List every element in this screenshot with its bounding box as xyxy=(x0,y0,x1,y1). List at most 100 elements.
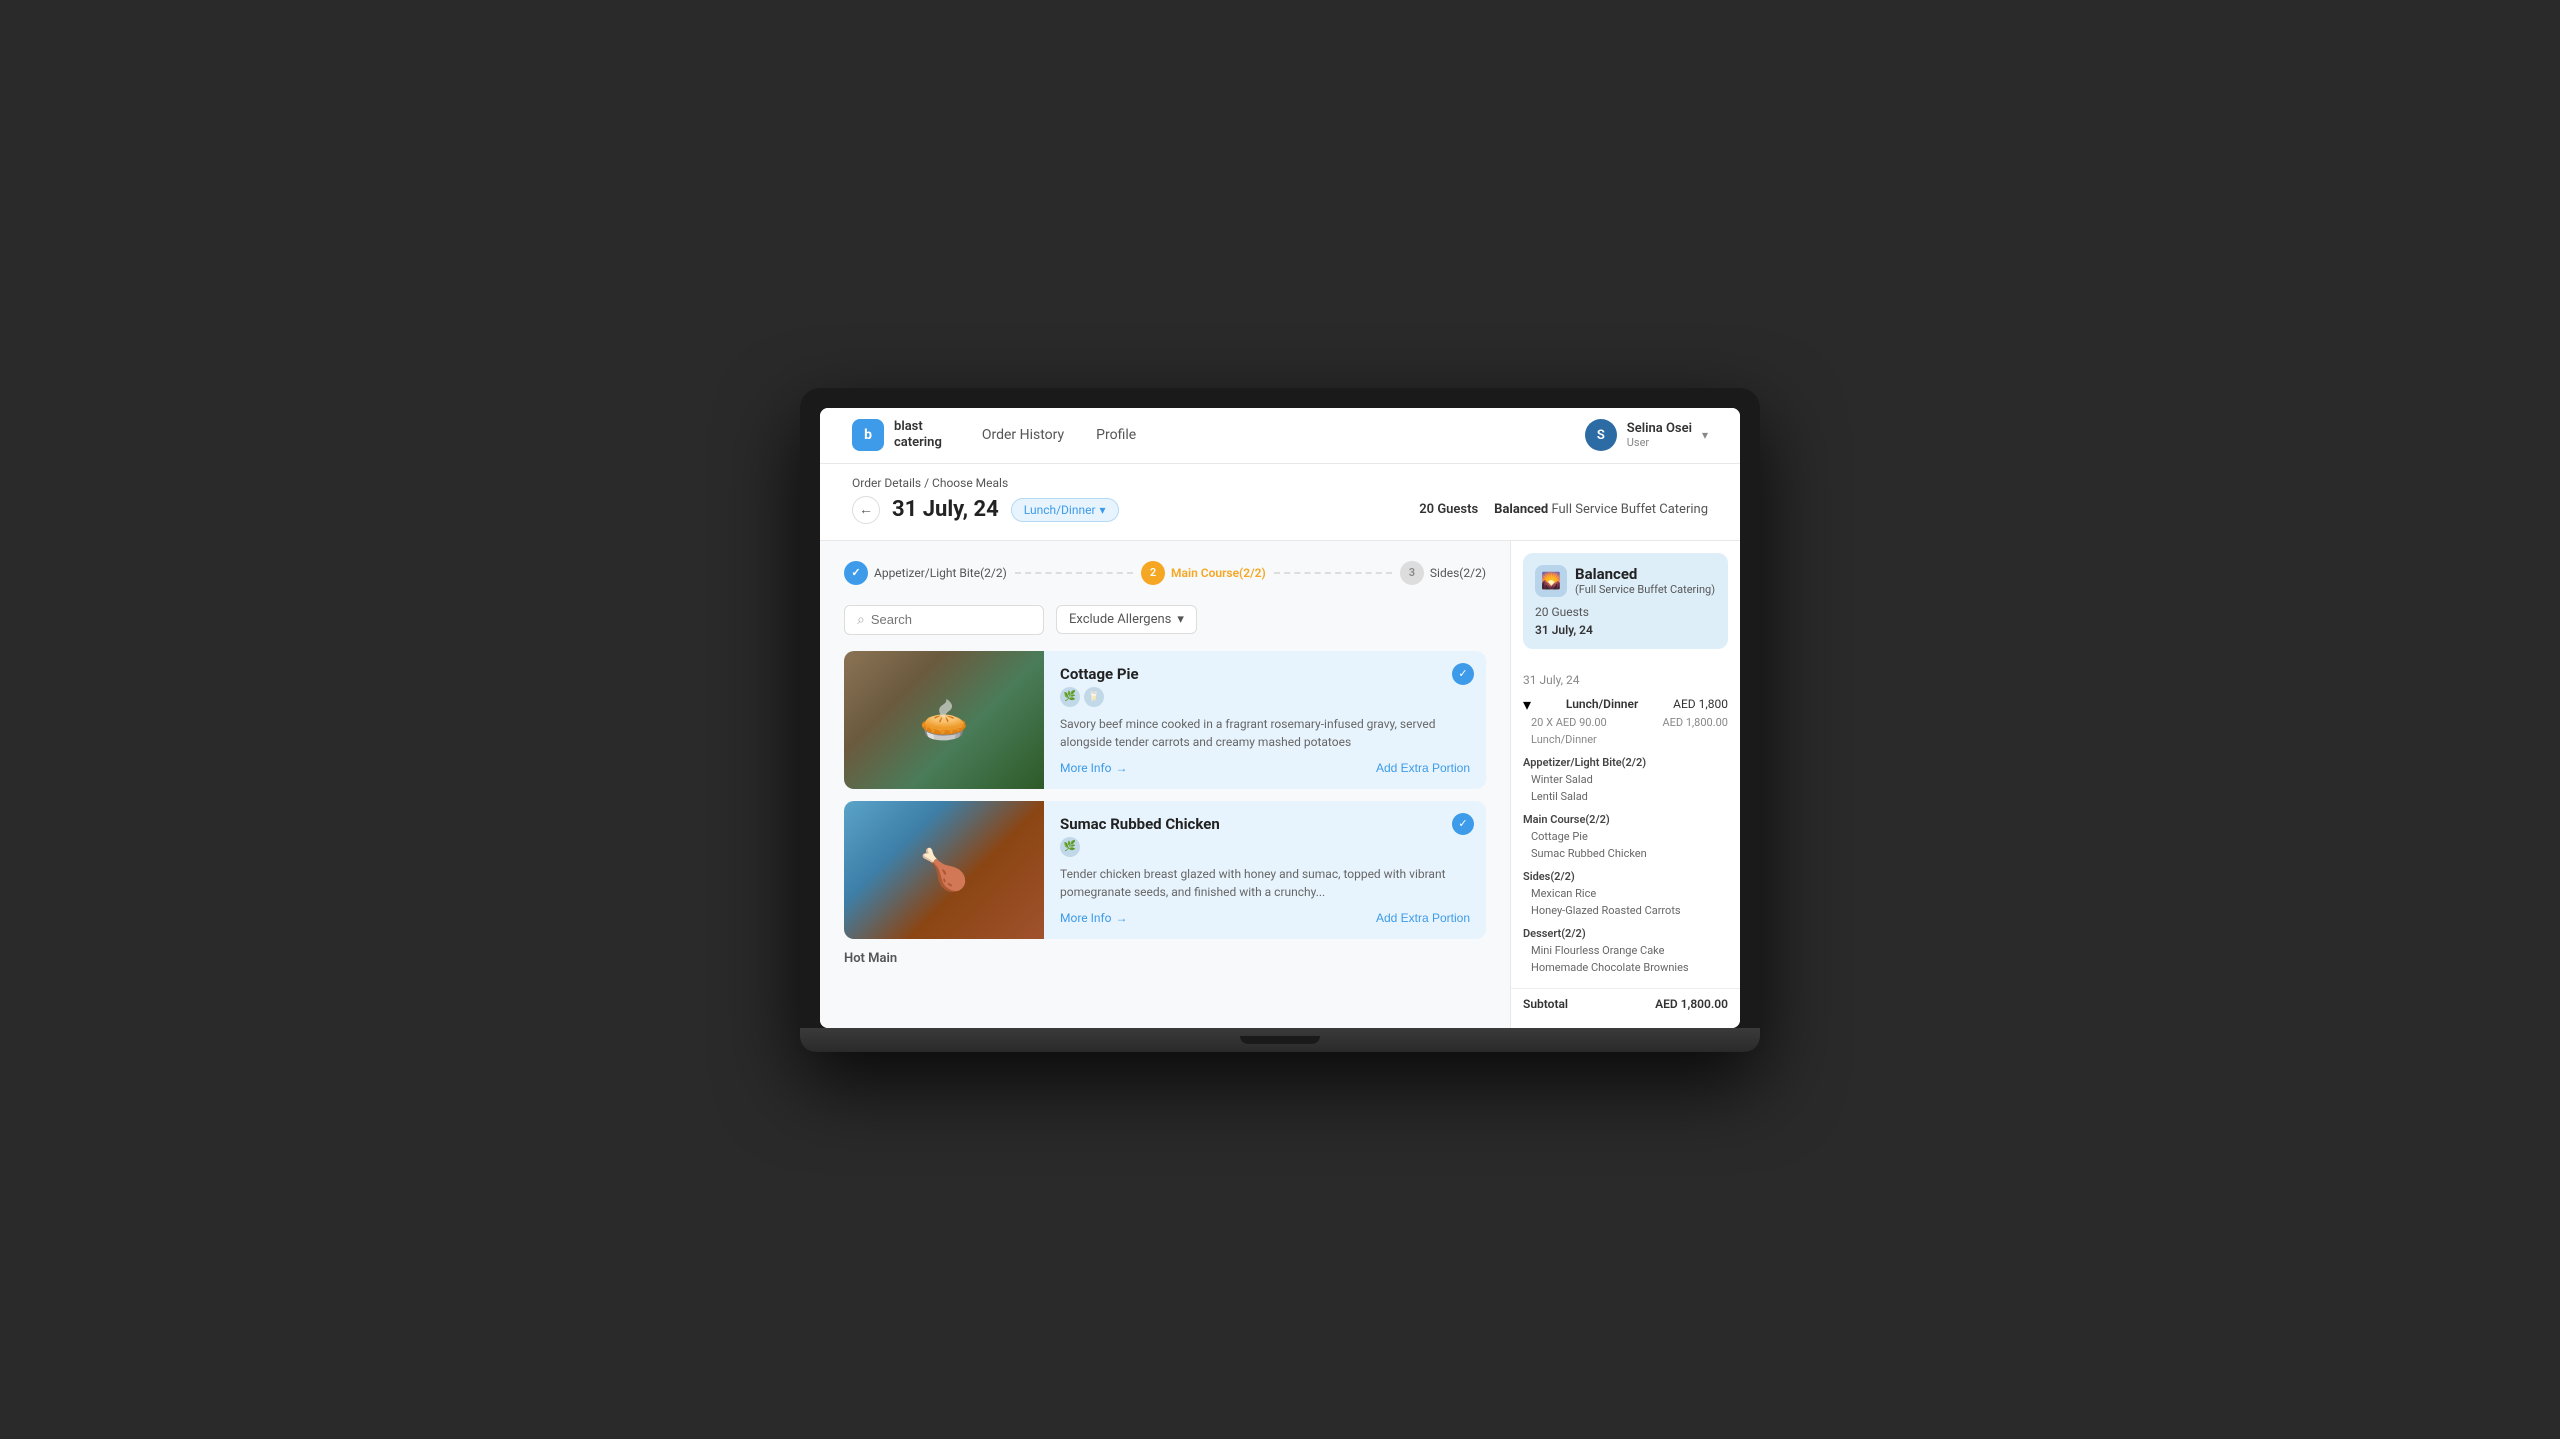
sumac-chicken-title: Sumac Rubbed Chicken xyxy=(1060,815,1470,833)
order-item-cottage-pie: Cottage Pie xyxy=(1523,828,1728,845)
order-category-sides: Sides(2/2) xyxy=(1523,870,1728,883)
meal-type-dropdown[interactable]: Lunch/Dinner ▾ xyxy=(1011,498,1119,522)
order-item-orange-cake: Mini Flourless Orange Cake xyxy=(1523,942,1728,959)
step-divider-1 xyxy=(1015,572,1133,574)
sumac-more-info-arrow-icon: → xyxy=(1116,911,1128,925)
breadcrumb: Order Details / Choose Meals xyxy=(852,476,1708,490)
cottage-pie-icons: 🌿 🥛 xyxy=(1060,687,1470,707)
search-icon: ⌕ xyxy=(857,612,865,628)
more-info-arrow-icon: → xyxy=(1116,761,1128,775)
logo-icon: b xyxy=(852,419,884,451)
order-section-title: Lunch/Dinner xyxy=(1566,697,1638,711)
step-divider-2 xyxy=(1274,572,1392,574)
cottage-pie-add-extra-button[interactable]: Add Extra Portion xyxy=(1376,761,1470,775)
order-details: 31 July, 24 ▾ Lunch/Dinner AED 1,800 20 … xyxy=(1511,661,1740,988)
cottage-pie-icon-2: 🥛 xyxy=(1084,687,1104,707)
cottage-pie-footer: More Info → Add Extra Portion xyxy=(1060,761,1470,775)
main-content: ✓ Appetizer/Light Bite(2/2) 2 Main Cours… xyxy=(820,541,1740,1028)
order-item-roasted-carrots: Honey-Glazed Roasted Carrots xyxy=(1523,902,1728,919)
subtotal-row: Subtotal AED 1,800.00 xyxy=(1511,988,1740,1019)
meal-type-chevron-icon: ▾ xyxy=(1100,503,1106,517)
order-category-appetizer: Appetizer/Light Bite(2/2) xyxy=(1523,756,1728,769)
left-panel: ✓ Appetizer/Light Bite(2/2) 2 Main Cours… xyxy=(820,541,1510,1028)
meal-card-cottage-pie: ✓ Cottage Pie 🌿 🥛 Savory beef mince cook… xyxy=(844,651,1486,789)
order-section-collapse-icon: ▾ xyxy=(1523,695,1531,714)
cottage-pie-check-badge: ✓ xyxy=(1452,663,1474,685)
steps-bar: ✓ Appetizer/Light Bite(2/2) 2 Main Cours… xyxy=(844,561,1486,585)
allergen-dropdown[interactable]: Exclude Allergens ▾ xyxy=(1056,605,1197,634)
cottage-pie-description: Savory beef mince cooked in a fragrant r… xyxy=(1060,715,1470,751)
sumac-chicken-check-badge: ✓ xyxy=(1452,813,1474,835)
meal-card-sumac-chicken: ✓ Sumac Rubbed Chicken 🌿 Tender chicken … xyxy=(844,801,1486,939)
user-info: Selina Osei User xyxy=(1627,421,1692,450)
search-box[interactable]: ⌕ xyxy=(844,605,1044,635)
search-filter-row: ⌕ Exclude Allergens ▾ xyxy=(844,605,1486,635)
user-menu[interactable]: S Selina Osei User ▾ xyxy=(1585,419,1708,451)
allergen-dropdown-arrow-icon: ▾ xyxy=(1177,612,1184,627)
nav-links: Order History Profile xyxy=(982,423,1585,447)
back-button[interactable]: ← xyxy=(852,496,880,524)
right-panel: 🌄 Balanced (Full Service Buffet Catering… xyxy=(1510,541,1740,1028)
summary-header: 🌄 Balanced (Full Service Buffet Catering… xyxy=(1535,565,1716,597)
summary-subtitle: (Full Service Buffet Catering) xyxy=(1575,583,1715,596)
user-menu-chevron-icon: ▾ xyxy=(1702,428,1708,442)
sumac-chicken-body: ✓ Sumac Rubbed Chicken 🌿 Tender chicken … xyxy=(1044,801,1486,939)
sumac-chicken-add-extra-button[interactable]: Add Extra Portion xyxy=(1376,911,1470,925)
order-date: 31 July, 24 xyxy=(1523,673,1728,687)
sumac-chicken-more-info-link[interactable]: More Info → xyxy=(1060,911,1128,925)
step-1-circle: ✓ xyxy=(844,561,868,585)
page-header: Order Details / Choose Meals ← 31 July, … xyxy=(820,464,1740,541)
step-3-circle: 3 xyxy=(1400,561,1424,585)
user-role: User xyxy=(1627,436,1692,449)
cottage-pie-body: ✓ Cottage Pie 🌿 🥛 Savory beef mince cook… xyxy=(1044,651,1486,789)
step-3-label: Sides(2/2) xyxy=(1430,566,1486,580)
sumac-chicken-description: Tender chicken breast glazed with honey … xyxy=(1060,865,1470,901)
order-section-amount: AED 1,800 xyxy=(1673,697,1728,711)
logo-area[interactable]: b blast catering xyxy=(852,419,942,451)
sumac-chicken-icons: 🌿 xyxy=(1060,837,1470,857)
order-item-lentil-salad: Lentil Salad xyxy=(1523,788,1728,805)
summary-date: 31 July, 24 xyxy=(1535,623,1716,637)
section-label-hot-main: Hot Main xyxy=(844,951,1486,966)
guests-badge: 20 Guests xyxy=(1419,502,1478,517)
order-section-lunch-dinner: ▾ Lunch/Dinner AED 1,800 20 X AED 90.00 … xyxy=(1523,695,1728,748)
catering-label: Balanced Full Service Buffet Catering xyxy=(1494,502,1708,517)
page-title: 31 July, 24 xyxy=(892,497,999,522)
order-item-chocolate-brownies: Homemade Chocolate Brownies xyxy=(1523,959,1728,976)
summary-guests: 20 Guests xyxy=(1535,605,1716,619)
sumac-chicken-image xyxy=(844,801,1044,939)
sumac-chicken-icon-1: 🌿 xyxy=(1060,837,1080,857)
search-input[interactable] xyxy=(871,612,1031,627)
order-summary-card: 🌄 Balanced (Full Service Buffet Catering… xyxy=(1523,553,1728,649)
cottage-pie-more-info-link[interactable]: More Info → xyxy=(1060,761,1128,775)
order-price-meal-type: Lunch/Dinner xyxy=(1523,731,1728,748)
order-category-main: Main Course(2/2) xyxy=(1523,813,1728,826)
brand-name: blast catering xyxy=(894,419,942,450)
cottage-pie-icon-1: 🌿 xyxy=(1060,687,1080,707)
step-2-label: Main Course(2/2) xyxy=(1171,566,1266,580)
step-2-circle: 2 xyxy=(1141,561,1165,585)
app-header: b blast catering Order History Profile S… xyxy=(820,408,1740,464)
sumac-chicken-footer: More Info → Add Extra Portion xyxy=(1060,911,1470,925)
order-section-header[interactable]: ▾ Lunch/Dinner AED 1,800 xyxy=(1523,695,1728,714)
order-item-mexican-rice: Mexican Rice xyxy=(1523,885,1728,902)
nav-profile[interactable]: Profile xyxy=(1096,423,1136,447)
order-item-winter-salad: Winter Salad xyxy=(1523,771,1728,788)
user-name: Selina Osei xyxy=(1627,421,1692,437)
summary-icon: 🌄 xyxy=(1535,565,1567,597)
summary-title: Balanced xyxy=(1575,565,1715,583)
order-category-dessert: Dessert(2/2) xyxy=(1523,927,1728,940)
subtotal-label: Subtotal xyxy=(1523,997,1568,1011)
title-right: 20 Guests Balanced Full Service Buffet C… xyxy=(1419,502,1708,517)
subtotal-amount: AED 1,800.00 xyxy=(1655,997,1728,1011)
order-item-sumac-chicken: Sumac Rubbed Chicken xyxy=(1523,845,1728,862)
nav-order-history[interactable]: Order History xyxy=(982,423,1064,447)
cottage-pie-title: Cottage Pie xyxy=(1060,665,1470,683)
step-1-label: Appetizer/Light Bite(2/2) xyxy=(874,566,1007,580)
step-2: 2 Main Course(2/2) xyxy=(1141,561,1266,585)
order-price-row: 20 X AED 90.00 AED 1,800.00 xyxy=(1523,714,1728,731)
cottage-pie-image xyxy=(844,651,1044,789)
step-3: 3 Sides(2/2) xyxy=(1400,561,1486,585)
user-avatar: S xyxy=(1585,419,1617,451)
step-1: ✓ Appetizer/Light Bite(2/2) xyxy=(844,561,1007,585)
